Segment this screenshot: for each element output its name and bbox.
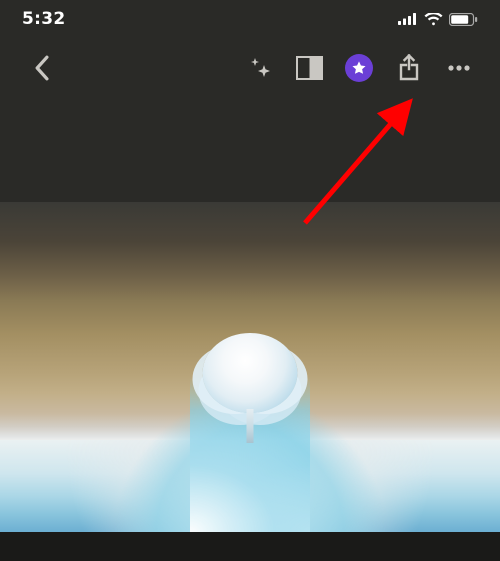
effects-button[interactable] <box>234 46 284 90</box>
favorite-button[interactable] <box>334 46 384 90</box>
photo-content[interactable] <box>0 202 500 532</box>
photo-tree <box>195 333 305 443</box>
status-bar: 5:32 <box>0 0 500 38</box>
share-icon <box>397 54 421 82</box>
chevron-left-icon <box>33 55 50 81</box>
upper-gap <box>0 98 500 202</box>
sparkles-icon <box>247 56 271 80</box>
more-button[interactable] <box>434 46 484 90</box>
photo-toolbar <box>0 38 500 98</box>
lower-gap <box>0 532 500 561</box>
status-indicators <box>398 13 478 26</box>
cellular-icon <box>398 13 418 25</box>
ellipsis-icon <box>447 64 471 72</box>
wifi-icon <box>424 13 443 26</box>
clock: 5:32 <box>22 9 65 29</box>
battery-icon <box>449 13 478 26</box>
crop-rotate-button[interactable] <box>284 46 334 90</box>
star-icon <box>351 60 367 76</box>
back-button[interactable] <box>16 46 66 90</box>
split-rect-icon <box>296 56 323 80</box>
star-badge <box>345 54 373 82</box>
share-button[interactable] <box>384 46 434 90</box>
